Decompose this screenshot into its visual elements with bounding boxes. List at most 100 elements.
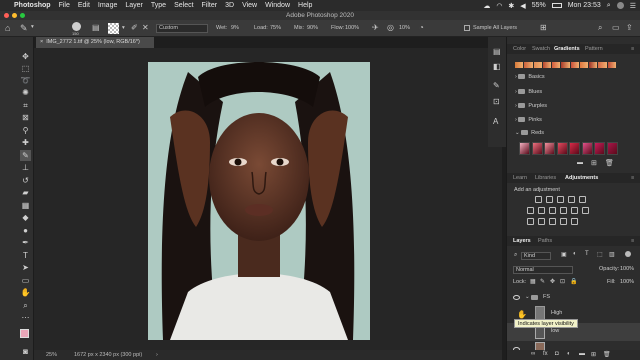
menu-edit[interactable]: Edit: [78, 2, 90, 9]
gradient-swatch[interactable]: [579, 62, 589, 68]
tab-learn[interactable]: Learn: [513, 175, 527, 181]
more-tools-icon[interactable]: ⋯: [20, 312, 31, 323]
color-lookup-icon[interactable]: [582, 207, 589, 214]
lock-position-icon[interactable]: ✥: [550, 278, 555, 285]
brush-tool-icon[interactable]: ✎: [20, 150, 31, 161]
filter-type-icon[interactable]: T: [585, 251, 589, 257]
filter-smart-object-icon[interactable]: ▥: [609, 251, 615, 258]
panel-menu-icon[interactable]: ≡: [631, 46, 634, 52]
workspace-icon[interactable]: ▭: [612, 23, 620, 32]
share-icon[interactable]: ⇪: [626, 23, 633, 32]
new-gradient-icon[interactable]: ⊞: [591, 159, 597, 167]
selective-color-icon[interactable]: [571, 218, 578, 225]
filter-shape-icon[interactable]: ⬚: [597, 251, 603, 258]
airbrush-icon[interactable]: ✈: [372, 23, 379, 32]
curves-icon[interactable]: [557, 196, 564, 203]
menu-window[interactable]: Window: [265, 2, 290, 9]
creative-cloud-icon[interactable]: ☁: [483, 2, 490, 10]
history-panel-icon[interactable]: ▤: [493, 47, 501, 56]
panel-menu-icon[interactable]: ≡: [631, 175, 634, 181]
tab-color[interactable]: Color: [513, 46, 526, 52]
properties-panel-icon[interactable]: ◧: [493, 62, 501, 71]
red-gradient-swatch[interactable]: [531, 142, 543, 155]
filter-toggle-icon[interactable]: [625, 251, 631, 257]
gradient-swatch[interactable]: [598, 62, 607, 68]
threshold-icon[interactable]: [549, 218, 556, 225]
panel-menu-icon[interactable]: ≡: [631, 238, 634, 244]
gradient-swatch[interactable]: [533, 62, 542, 68]
filter-search-icon[interactable]: ⌕: [514, 252, 517, 259]
gradient-swatch[interactable]: [607, 62, 616, 68]
filter-adjustment-icon[interactable]: ◐: [573, 251, 577, 257]
menu-image[interactable]: Image: [98, 2, 117, 9]
frame-tool-icon[interactable]: ⊠: [20, 112, 31, 123]
menu-layer[interactable]: Layer: [125, 2, 143, 9]
quick-mask-icon[interactable]: ◙: [20, 346, 31, 357]
gradient-swatch[interactable]: [570, 62, 579, 68]
dodge-tool-icon[interactable]: ●: [20, 225, 31, 236]
invert-icon[interactable]: [527, 218, 534, 225]
clean-brush-icon[interactable]: ✕: [142, 23, 149, 32]
menu-3d[interactable]: 3D: [225, 2, 234, 9]
gradient-tool-icon[interactable]: ▦: [20, 200, 31, 211]
recent-gradients-strip[interactable]: [515, 62, 617, 68]
vibrance-icon[interactable]: [579, 196, 586, 203]
visibility-eye-icon[interactable]: [513, 295, 520, 300]
levels-icon[interactable]: [546, 196, 553, 203]
character-panel-icon[interactable]: A: [493, 117, 498, 126]
clone-stamp-tool-icon[interactable]: ⊥: [20, 162, 31, 173]
lock-transparent-icon[interactable]: ▦: [530, 278, 536, 285]
red-gradient-swatch[interactable]: [594, 142, 605, 155]
user-avatar[interactable]: [616, 2, 624, 9]
gradient-swatch[interactable]: [552, 62, 561, 68]
document-tab[interactable]: × IMG_2772 1.tif @ 25% (low, RGB/16*): [36, 37, 154, 48]
brightness-contrast-icon[interactable]: [535, 196, 542, 203]
brush-settings-panel-icon[interactable]: ✎: [493, 81, 500, 90]
tab-patterns[interactable]: Pattern: [585, 46, 603, 52]
new-group-icon[interactable]: ▬: [577, 160, 583, 166]
path-select-tool-icon[interactable]: ➤: [20, 262, 31, 273]
load-brush-icon[interactable]: ✐: [131, 23, 138, 32]
menu-type[interactable]: Type: [151, 2, 166, 9]
pen-tool-icon[interactable]: ✒: [20, 237, 31, 248]
gradient-group-purples[interactable]: › Purples: [515, 103, 547, 113]
brush-tip-icon[interactable]: [72, 22, 81, 31]
mix-value[interactable]: 90%: [307, 25, 318, 31]
red-gradient-swatch[interactable]: [544, 142, 555, 155]
crop-tool-icon[interactable]: ⌗: [20, 100, 31, 111]
lock-artboard-icon[interactable]: ⊡: [560, 278, 565, 285]
swatch-chevron-icon[interactable]: ▾: [122, 25, 125, 31]
red-gradient-swatch[interactable]: [519, 142, 530, 155]
layer-name[interactable]: High: [551, 310, 562, 316]
brush-settings-icon[interactable]: ▤: [92, 23, 100, 32]
sample-all-layers-checkbox[interactable]: [464, 25, 470, 31]
gradient-group-blues[interactable]: › Blues: [515, 89, 542, 99]
gradient-swatch[interactable]: [589, 62, 598, 68]
link-layers-icon[interactable]: ∞: [531, 351, 535, 357]
opacity-value[interactable]: 100%: [620, 266, 634, 272]
angle-icon[interactable]: ◎: [387, 23, 394, 32]
eraser-tool-icon[interactable]: ▰: [20, 187, 31, 198]
new-adjustment-layer-icon[interactable]: ◐: [567, 351, 571, 357]
zoom-window-button[interactable]: [20, 13, 25, 18]
red-gradient-swatch[interactable]: [569, 142, 580, 155]
document-canvas-image[interactable]: [148, 62, 370, 340]
tab-adjustments[interactable]: Adjustments: [565, 175, 598, 181]
gradient-swatch[interactable]: [542, 62, 552, 68]
close-tab-icon[interactable]: ×: [40, 39, 43, 45]
search-icon[interactable]: ⌕: [598, 23, 602, 33]
zoom-level[interactable]: 25%: [46, 350, 57, 360]
move-tool-icon[interactable]: ✥: [20, 51, 31, 62]
rectangle-tool-icon[interactable]: ▭: [20, 275, 31, 286]
black-white-icon[interactable]: [549, 207, 556, 214]
blur-tool-icon[interactable]: ◆: [20, 212, 31, 223]
layer-name[interactable]: FS: [543, 294, 550, 300]
wet-value[interactable]: 9%: [231, 25, 239, 31]
tab-gradients[interactable]: Gradients: [554, 46, 580, 52]
exposure-icon[interactable]: [568, 196, 575, 203]
mixer-brush-tool-icon[interactable]: ✎: [20, 23, 28, 34]
minimize-window-button[interactable]: [12, 13, 17, 18]
clone-source-panel-icon[interactable]: ⊡: [493, 97, 500, 106]
red-gradient-swatch[interactable]: [581, 142, 593, 155]
quick-select-tool-icon[interactable]: ✺: [20, 87, 31, 98]
